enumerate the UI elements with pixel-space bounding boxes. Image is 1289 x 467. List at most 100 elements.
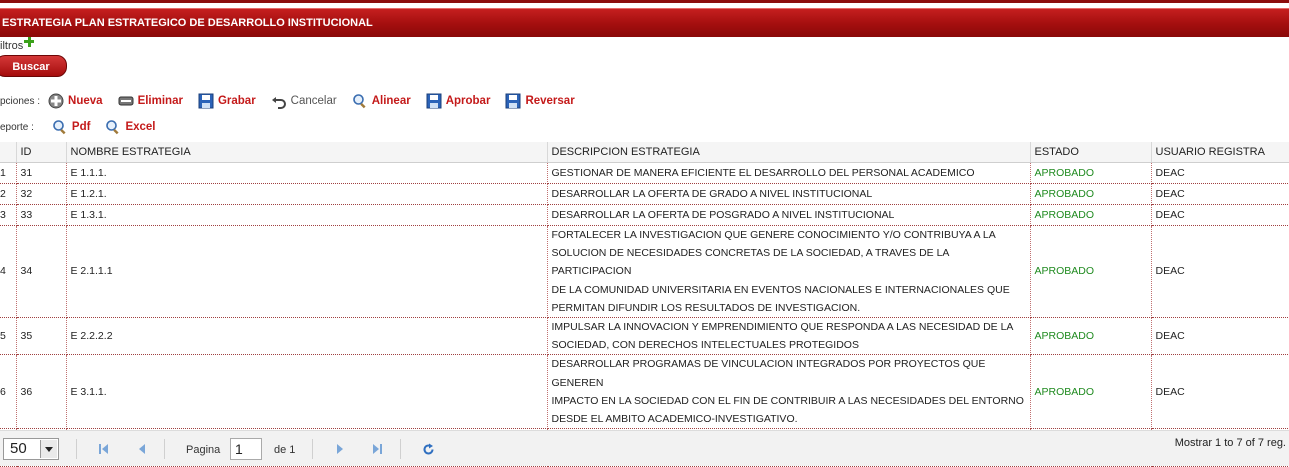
row-number-cell: 1	[0, 162, 17, 184]
usuario-cell: DEAC	[1151, 354, 1289, 430]
table-body: 1 31 E 1.1.1. GESTIONAR DE MANERA EFICIENTE…	[0, 162, 1289, 467]
nombre-cell: E 1.1.1.	[66, 162, 548, 184]
delete-label: Eliminar	[137, 95, 183, 107]
column-header-id[interactable]: ID	[16, 142, 67, 163]
table-row[interactable]: 2 32 E 1.2.1. DESARROLLAR LA OFERTA DE GRAD…	[0, 183, 1289, 205]
floppy-disk-icon	[198, 93, 214, 109]
descripcion-line: DESARROLLAR LA OFERTA DE GRADO A NIVEL I…	[551, 187, 873, 200]
chevron-down-icon[interactable]	[40, 440, 57, 458]
approve-button[interactable]: Aprobar	[426, 93, 491, 109]
row-number-cell: 6	[0, 354, 17, 430]
excel-label: Excel	[125, 121, 156, 133]
previous-page-icon[interactable]	[136, 443, 148, 458]
floppy-disk-icon	[426, 93, 442, 109]
row-number-cell: 2	[0, 183, 17, 205]
estado-cell: APROBADO	[1030, 162, 1152, 184]
pager-separator	[312, 439, 313, 459]
table-header-row: ID NOMBRE ESTRATEGIA DESCRIPCION ESTRATE…	[0, 142, 1289, 163]
column-header-estado[interactable]: ESTADO	[1030, 142, 1152, 163]
usuario-cell: DEAC	[1151, 317, 1289, 356]
id-cell: 31	[16, 162, 67, 184]
descripcion-line: SOCIEDAD, CON DERECHOS INTELECTUALES PRO…	[551, 339, 859, 352]
search-button[interactable]: Buscar	[0, 55, 67, 77]
pager-separator	[164, 439, 165, 459]
row-number-cell: 5	[0, 317, 17, 356]
descripcion-line: DESARROLLAR LA OFERTA DE POSGRADO A NIVE…	[551, 208, 895, 221]
page-number-input[interactable]: 1	[230, 438, 262, 460]
delete-button[interactable]: Eliminar	[118, 93, 183, 109]
new-label: Nueva	[68, 95, 103, 107]
nombre-cell: E 1.3.1.	[66, 204, 548, 226]
strategy-grid: ID NOMBRE ESTRATEGIA DESCRIPCION ESTRATE…	[0, 142, 1289, 467]
cancel-button[interactable]: Cancelar	[271, 93, 337, 109]
page-size-select[interactable]: 50	[3, 438, 59, 460]
save-button[interactable]: Grabar	[198, 93, 256, 109]
align-label: Alinear	[371, 95, 411, 107]
approve-label: Aprobar	[445, 95, 491, 107]
row-number-cell: 4	[0, 225, 17, 319]
pager-separator	[76, 439, 77, 459]
cancel-label: Cancelar	[290, 95, 337, 107]
pdf-button[interactable]: Pdf	[52, 119, 91, 135]
new-button[interactable]: Nueva	[48, 93, 103, 109]
minus-icon	[118, 93, 134, 109]
page-count-label: de 1	[274, 444, 296, 456]
report-label: eporte :	[0, 121, 34, 133]
pager-bar: 50 Pagina 1 de 1 Mostrar 1 to 7 of 7 reg…	[0, 430, 1289, 466]
id-cell: 32	[16, 183, 67, 205]
descripcion-cell: DESARROLLAR LA OFERTA DE POSGRADO A NIVE…	[547, 204, 1031, 226]
descripcion-line: PERMITAN DIFUNDIR LOS RESULTADOS DE INVE…	[551, 301, 861, 314]
table-row[interactable]: 4 34 E 2.1.1.1 FORTALECER LA INVESTIGACION …	[0, 225, 1289, 319]
nombre-cell: E 1.2.1.	[66, 183, 548, 205]
descripcion-line: SOLUCION DE NECESIDADES CONCRETAS DE LA …	[551, 247, 949, 278]
excel-button[interactable]: Excel	[105, 119, 156, 135]
id-cell: 36	[16, 354, 67, 430]
save-label: Grabar	[217, 95, 256, 107]
nombre-cell: E 2.2.2.2	[66, 317, 548, 356]
descripcion-line: DE LA COMUNIDAD UNIVERSITARIA EN EVENTOS…	[551, 283, 1010, 296]
filters-label: iltros	[0, 40, 24, 52]
estado-cell: APROBADO	[1030, 183, 1152, 205]
floppy-disk-icon	[505, 93, 521, 109]
add-filter-icon[interactable]	[24, 37, 35, 47]
magnifier-icon	[105, 119, 121, 135]
plus-circle-icon	[48, 93, 64, 109]
usuario-cell: DEAC	[1151, 225, 1289, 319]
column-header-descripcion[interactable]: DESCRIPCION ESTRATEGIA	[547, 142, 1031, 163]
table-row[interactable]: 6 36 E 3.1.1. DESARROLLAR PROGRAMAS DE VINC…	[0, 354, 1289, 430]
estado-cell: APROBADO	[1030, 225, 1152, 319]
options-label: pciones :	[0, 95, 41, 107]
table-row[interactable]: 1 31 E 1.1.1. GESTIONAR DE MANERA EFICIENTE…	[0, 162, 1289, 184]
nombre-cell: E 3.1.1.	[66, 354, 548, 430]
usuario-cell: DEAC	[1151, 204, 1289, 226]
title-bar: ESTRATEGIA PLAN ESTRATEGICO DE DESARROLL…	[0, 8, 1289, 37]
next-page-icon[interactable]	[334, 443, 346, 458]
column-header-nombre[interactable]: NOMBRE ESTRATEGIA	[66, 142, 548, 163]
nombre-cell: E 2.1.1.1	[66, 225, 548, 319]
magnifier-icon	[352, 93, 368, 109]
refresh-icon[interactable]	[422, 443, 435, 459]
undo-arrow-icon	[271, 93, 287, 109]
last-page-icon[interactable]	[371, 443, 383, 458]
filters-toggle[interactable]: iltros	[0, 37, 35, 52]
pdf-label: Pdf	[71, 121, 91, 133]
estado-cell: APROBADO	[1030, 317, 1152, 356]
first-page-icon[interactable]	[98, 443, 110, 458]
strategy-table: ID NOMBRE ESTRATEGIA DESCRIPCION ESTRATE…	[0, 142, 1289, 467]
table-row[interactable]: 5 35 E 2.2.2.2 IMPULSAR LA INNOVACION Y EMP…	[0, 317, 1289, 356]
descripcion-line: IMPACTO EN LA SOCIEDAD CON EL FIN DE CON…	[551, 394, 1024, 407]
descripcion-line: GESTIONAR DE MANERA EFICIENTE EL DESARRO…	[551, 166, 975, 179]
column-header-usuario[interactable]: USUARIO REGISTRA	[1151, 142, 1289, 163]
report-toolbar: eporte : Pdf Excel	[0, 118, 171, 136]
usuario-cell: DEAC	[1151, 162, 1289, 184]
id-cell: 34	[16, 225, 67, 319]
descripcion-cell: IMPULSAR LA INNOVACION Y EMPRENDIMIENTO …	[547, 317, 1031, 356]
magnifier-icon	[52, 119, 68, 135]
reverse-button[interactable]: Reversar	[505, 93, 575, 109]
table-row[interactable]: 3 33 E 1.3.1. DESARROLLAR LA OFERTA DE POSG…	[0, 204, 1289, 226]
records-summary: Mostrar 1 to 7 of 7 reg.	[1174, 437, 1286, 449]
row-number-header	[0, 142, 17, 163]
descripcion-cell: DESARROLLAR PROGRAMAS DE VINCULACION INT…	[547, 354, 1031, 430]
page-title: ESTRATEGIA PLAN ESTRATEGICO DE DESARROLL…	[2, 17, 373, 29]
align-button[interactable]: Alinear	[352, 93, 411, 109]
